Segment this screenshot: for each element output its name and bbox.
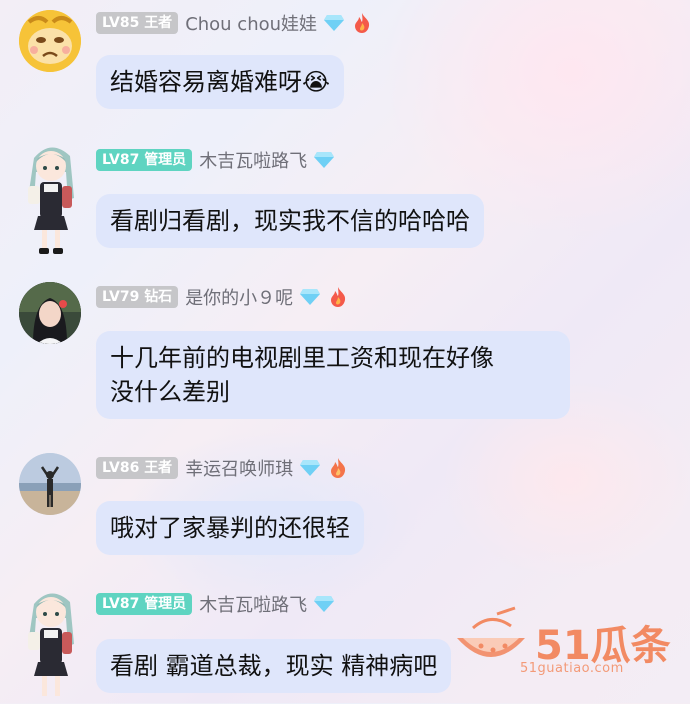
- woman-photo-avatar-icon: [19, 282, 81, 344]
- message-meta: LV85 王者 Chou chou娃娃: [96, 11, 371, 35]
- message-bubble[interactable]: 看剧 霸道总裁，现实 精神病吧: [96, 639, 452, 693]
- diamond-icon: [324, 15, 345, 31]
- avatar[interactable]: [19, 453, 81, 515]
- beach-photo-avatar-icon: [19, 453, 81, 515]
- level-badge: LV79 钻石: [96, 286, 179, 308]
- avatar[interactable]: [20, 138, 82, 258]
- anime-girl-avatar-icon: [28, 593, 74, 696]
- level-badge: LV87 管理员: [96, 149, 193, 171]
- flame-icon: [355, 13, 370, 33]
- message-bubble[interactable]: 哦对了家暴判的还很轻: [96, 501, 364, 555]
- avatar[interactable]: [19, 282, 81, 344]
- watermark-url: 51guatiao.com: [520, 661, 624, 676]
- monkey-avatar-icon: [19, 10, 81, 72]
- diamond-icon: [314, 596, 335, 612]
- username[interactable]: 木吉瓦啦路飞: [199, 147, 307, 173]
- username[interactable]: Chou chou娃娃: [185, 10, 317, 36]
- message-bubble[interactable]: 看剧归看剧，现实我不信的哈哈哈: [96, 194, 484, 248]
- message-meta: LV79 钻石 是你的小９呢: [96, 285, 347, 309]
- message-meta: LV86 王者 幸运召唤师琪: [96, 456, 347, 480]
- username[interactable]: 木吉瓦啦路飞: [199, 591, 307, 617]
- diamond-icon: [300, 460, 321, 476]
- level-badge: LV86 王者: [96, 457, 179, 479]
- message-text: 十几年前的电视剧里工资和现在好像: [110, 344, 494, 372]
- avatar[interactable]: [20, 584, 82, 704]
- anime-girl-avatar-icon: [28, 147, 74, 254]
- level-badge: LV87 管理员: [96, 593, 193, 615]
- message-text: 看剧 霸道总裁，现实 精神病吧: [110, 652, 438, 680]
- message-text: 没什么差别: [110, 378, 230, 406]
- message-meta: LV87 管理员 木吉瓦啦路飞: [96, 148, 343, 172]
- message-bubble[interactable]: 十几年前的电视剧里工资和现在好像 没什么差别: [96, 331, 570, 419]
- diamond-icon: [300, 289, 321, 305]
- username[interactable]: 是你的小９呢: [185, 284, 293, 310]
- level-badge: LV85 王者: [96, 12, 179, 34]
- message-bubble[interactable]: 结婚容易离婚难呀😭: [96, 55, 345, 109]
- avatar[interactable]: [19, 10, 81, 72]
- flame-icon: [331, 287, 346, 307]
- flame-icon: [331, 458, 346, 478]
- message-text: 看剧归看剧，现实我不信的哈哈哈: [110, 207, 470, 235]
- message-text: 结婚容易离婚难呀😭: [110, 68, 331, 96]
- message-text: 哦对了家暴判的还很轻: [110, 514, 350, 542]
- message-meta: LV87 管理员 木吉瓦啦路飞: [96, 592, 343, 616]
- username[interactable]: 幸运召唤师琪: [185, 455, 293, 481]
- diamond-icon: [314, 152, 335, 168]
